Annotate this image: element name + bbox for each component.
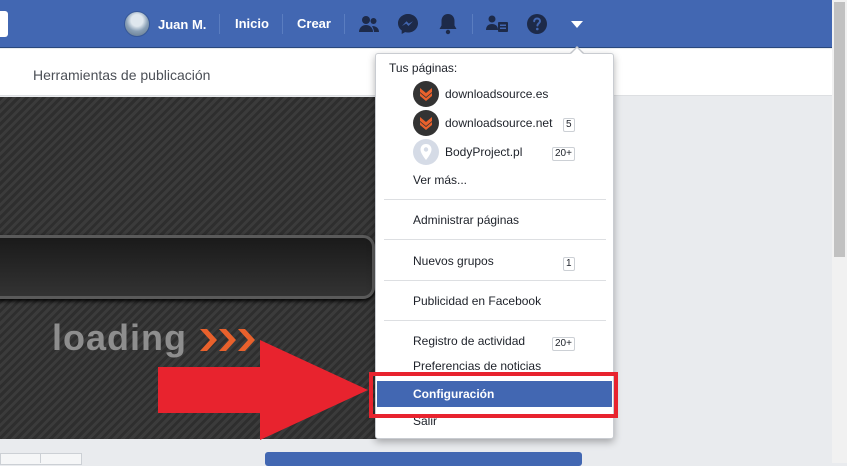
page-name: BodyProject.pl (445, 145, 523, 159)
page-title: Herramientas de publicación (33, 67, 211, 83)
menu-divider (384, 239, 606, 240)
help-icon[interactable] (525, 12, 549, 36)
notification-count-badge: 1 (563, 257, 575, 271)
page-logo-icon (413, 110, 439, 136)
top-navigation-bar: Juan M. Inicio Crear (0, 0, 832, 48)
your-pages-label: Tus páginas: (389, 61, 458, 75)
nav-divider (344, 14, 345, 34)
friends-icon[interactable] (357, 12, 381, 36)
profile-link[interactable]: Juan M. (124, 11, 206, 37)
search-input[interactable] (0, 11, 8, 37)
create-link[interactable]: Crear (297, 16, 331, 31)
menu-item-new-groups[interactable]: Nuevos grupos (413, 254, 494, 268)
toolbar-button-group[interactable] (0, 453, 82, 465)
page-item-bodyproject[interactable]: BodyProject.pl (413, 139, 522, 165)
friend-requests-icon[interactable] (485, 12, 509, 36)
red-arrow-annotation (158, 340, 368, 440)
nav-divider (219, 14, 220, 34)
page-item-downloadsource-es[interactable]: downloadsource.es (413, 81, 548, 107)
notification-count-badge: 20+ (552, 337, 575, 351)
home-link[interactable]: Inicio (235, 16, 269, 31)
menu-item-facebook-ads[interactable]: Publicidad en Facebook (413, 294, 541, 308)
notification-count-badge: 5 (563, 118, 575, 132)
page-name: downloadsource.es (445, 87, 549, 101)
page-logo-icon (413, 81, 439, 107)
messenger-icon[interactable] (396, 12, 420, 36)
nav-divider (282, 14, 283, 34)
menu-item-manage-pages[interactable]: Administrar páginas (413, 213, 519, 227)
menu-item-news-feed-preferences[interactable]: Preferencias de noticias (413, 359, 541, 373)
location-pin-icon (413, 139, 439, 165)
primary-action-button[interactable] (265, 452, 582, 466)
see-more-link[interactable]: Ver más... (413, 173, 467, 187)
avatar (124, 11, 150, 37)
menu-item-activity-log[interactable]: Registro de actividad (413, 334, 525, 348)
profile-name: Juan M. (158, 16, 207, 32)
toolbar-divider (40, 453, 41, 463)
scrollbar-thumb[interactable] (834, 2, 845, 257)
page-item-downloadsource-net[interactable]: downloadsource.net (413, 110, 552, 136)
page-name: downloadsource.net (445, 116, 553, 130)
menu-divider (384, 199, 606, 200)
notification-count-badge: 20+ (552, 147, 575, 161)
menu-divider (384, 280, 606, 281)
nav-divider (472, 14, 473, 34)
menu-divider (384, 320, 606, 321)
account-menu-icon[interactable] (565, 12, 589, 36)
loading-bar-graphic (0, 235, 375, 299)
red-highlight-annotation (369, 372, 618, 418)
notifications-icon[interactable] (436, 12, 460, 36)
